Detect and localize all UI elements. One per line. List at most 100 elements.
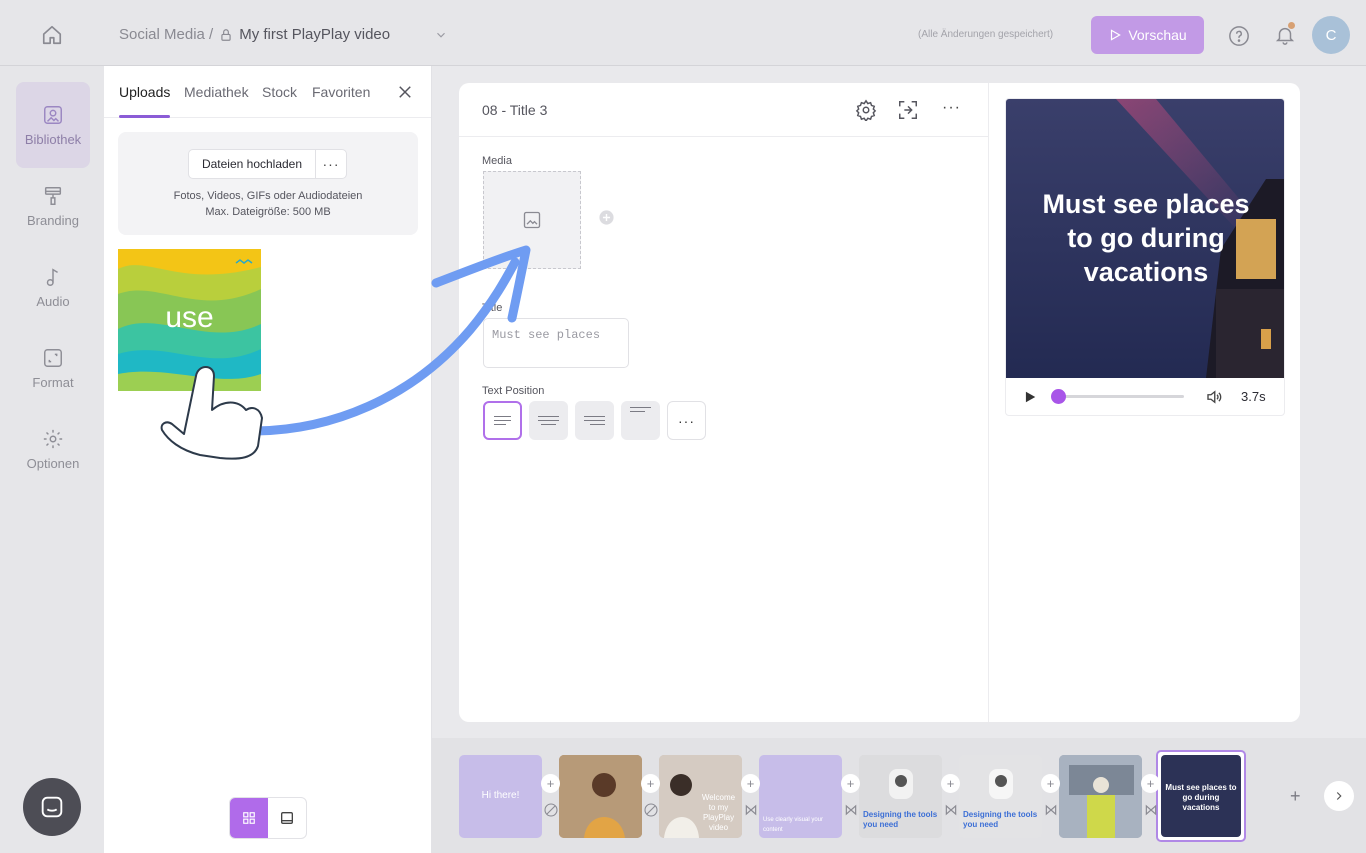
media-label: Media (482, 155, 512, 167)
upload-more-button[interactable]: ··· (316, 150, 346, 178)
add-media-icon[interactable] (598, 209, 615, 226)
transition-icon[interactable] (841, 800, 860, 819)
upload-dropzone[interactable]: Dateien hochladen ··· Fotos, Videos, GIF… (118, 132, 418, 235)
timeline-scene[interactable] (1059, 755, 1142, 838)
timeline-scene-selected[interactable]: Must see places to go during vacations (1156, 750, 1246, 842)
chevron-down-icon[interactable] (434, 28, 448, 42)
timeline-scene-text: Welcome to my PlayPlay video (701, 793, 736, 832)
title-input[interactable]: Must see places (483, 318, 629, 368)
grid-view-button[interactable] (230, 798, 268, 838)
text-position-label: Text Position (482, 385, 545, 397)
upload-hint-size: Max. Dateigröße: 500 MB (205, 206, 331, 218)
preview-button[interactable]: Vorschau (1091, 16, 1204, 54)
duration-label: 3.7s (1241, 389, 1266, 404)
paint-roller-icon (44, 186, 62, 205)
rail-label: Audio (36, 293, 70, 309)
insert-scene-button[interactable]: + (941, 774, 960, 793)
tab-favoriten[interactable]: Favoriten (312, 84, 370, 100)
no-transition-icon[interactable] (541, 800, 560, 819)
text-position-center[interactable] (529, 401, 568, 440)
rail-item-optionen[interactable]: Optionen (16, 406, 90, 492)
preview-button-label: Vorschau (1128, 27, 1187, 43)
breadcrumb-root[interactable]: Social Media / (119, 26, 213, 43)
rail-item-branding[interactable]: Branding (16, 163, 90, 249)
tab-mediathek[interactable]: Mediathek (184, 84, 249, 100)
chat-icon (41, 796, 63, 818)
notification-dot (1288, 22, 1295, 29)
view-toggle (229, 797, 307, 839)
timeline-scene-text: Use clearly visual your content (763, 817, 824, 833)
single-view-icon (281, 812, 293, 824)
progress-knob[interactable] (1051, 389, 1067, 404)
timeline-scene-text: Hi there! (481, 790, 520, 801)
transition-icon[interactable] (1141, 800, 1160, 819)
progress-track[interactable] (1056, 395, 1184, 398)
close-icon[interactable] (396, 83, 414, 101)
lock-icon (221, 28, 231, 41)
rail-item-bibliothek[interactable]: Bibliothek (16, 82, 90, 168)
player-controls: 3.7s (1006, 378, 1284, 415)
replace-layout-icon[interactable] (897, 99, 919, 121)
scene-title: 08 - Title 3 (482, 102, 548, 118)
grid-icon (243, 812, 255, 824)
text-position-top[interactable] (621, 401, 660, 440)
settings-icon[interactable] (855, 99, 877, 121)
transition-icon[interactable] (941, 800, 960, 819)
rail-label: Optionen (26, 455, 80, 471)
help-icon[interactable] (1228, 25, 1250, 47)
scene-editor: 08 - Title 3 ··· Media Title Must see pl… (459, 83, 1300, 722)
insert-scene-button[interactable]: + (1041, 774, 1060, 793)
media-drop-slot[interactable] (483, 171, 581, 269)
timeline-scene[interactable] (559, 755, 642, 838)
tab-uploads[interactable]: Uploads (119, 84, 170, 100)
play-icon[interactable] (1023, 390, 1037, 404)
resize-icon (44, 348, 62, 367)
text-position-right[interactable] (575, 401, 614, 440)
insert-scene-button[interactable]: + (541, 774, 560, 793)
title-label: Title (482, 302, 503, 314)
volume-icon[interactable] (1204, 388, 1224, 406)
rail-label: Branding (26, 212, 80, 228)
timeline-scene[interactable]: Designing the tools you need (959, 755, 1042, 838)
upload-files-button[interactable]: Dateien hochladen (189, 150, 316, 178)
text-position-left[interactable] (483, 401, 522, 440)
active-tab-indicator (119, 115, 170, 118)
timeline-next-button[interactable] (1324, 781, 1354, 811)
rail-item-format[interactable]: Format (16, 325, 90, 411)
save-status: (Alle Änderungen gespeichert) (918, 29, 1054, 40)
timeline-scene[interactable]: Hi there! (459, 755, 542, 838)
top-bar: Social Media / My first PlayPlay video (… (0, 0, 1366, 66)
no-transition-icon[interactable] (641, 800, 660, 819)
timeline-scene[interactable]: Use clearly visual your content (759, 755, 842, 838)
add-scene-button[interactable]: + (1290, 786, 1301, 807)
project-title[interactable]: My first PlayPlay video (239, 26, 390, 43)
insert-scene-button[interactable]: + (1141, 774, 1160, 793)
rail-label: Bibliothek (24, 131, 82, 147)
scene-form: 08 - Title 3 ··· Media Title Must see pl… (459, 83, 989, 722)
scene-timeline: Hi there! Welcome to my PlayPlay video U… (432, 738, 1366, 853)
avatar[interactable]: C (1312, 16, 1350, 54)
play-icon (1111, 29, 1122, 41)
timeline-scene[interactable]: Welcome to my PlayPlay video (659, 755, 742, 838)
rail-item-audio[interactable]: Audio (16, 244, 90, 330)
insert-scene-button[interactable]: + (741, 774, 760, 793)
library-panel: Uploads Mediathek Stock Favoriten Dateie… (104, 66, 432, 853)
insert-scene-button[interactable]: + (841, 774, 860, 793)
transition-icon[interactable] (741, 800, 760, 819)
upload-button-group: Dateien hochladen ··· (188, 149, 347, 179)
timeline-scene[interactable]: Designing the tools you need (859, 755, 942, 838)
timeline-scene-text: Designing the tools you need (863, 810, 938, 829)
insert-scene-button[interactable]: + (641, 774, 660, 793)
upload-hint: Fotos, Videos, GIFs oder Audiodateien Ma… (118, 188, 418, 220)
music-note-icon (46, 267, 58, 286)
home-icon[interactable] (38, 22, 66, 48)
more-options-button[interactable]: ··· (942, 99, 961, 117)
tab-stock[interactable]: Stock (262, 84, 297, 100)
library-tabs: Uploads Mediathek Stock Favoriten (104, 66, 431, 118)
transition-icon[interactable] (1041, 800, 1060, 819)
text-position-more-button[interactable]: ··· (667, 401, 706, 440)
uploaded-media-thumbnail[interactable]: use (118, 249, 261, 391)
image-placeholder-icon (523, 211, 541, 229)
chat-launcher-button[interactable] (23, 778, 81, 836)
list-view-button[interactable] (268, 798, 306, 838)
